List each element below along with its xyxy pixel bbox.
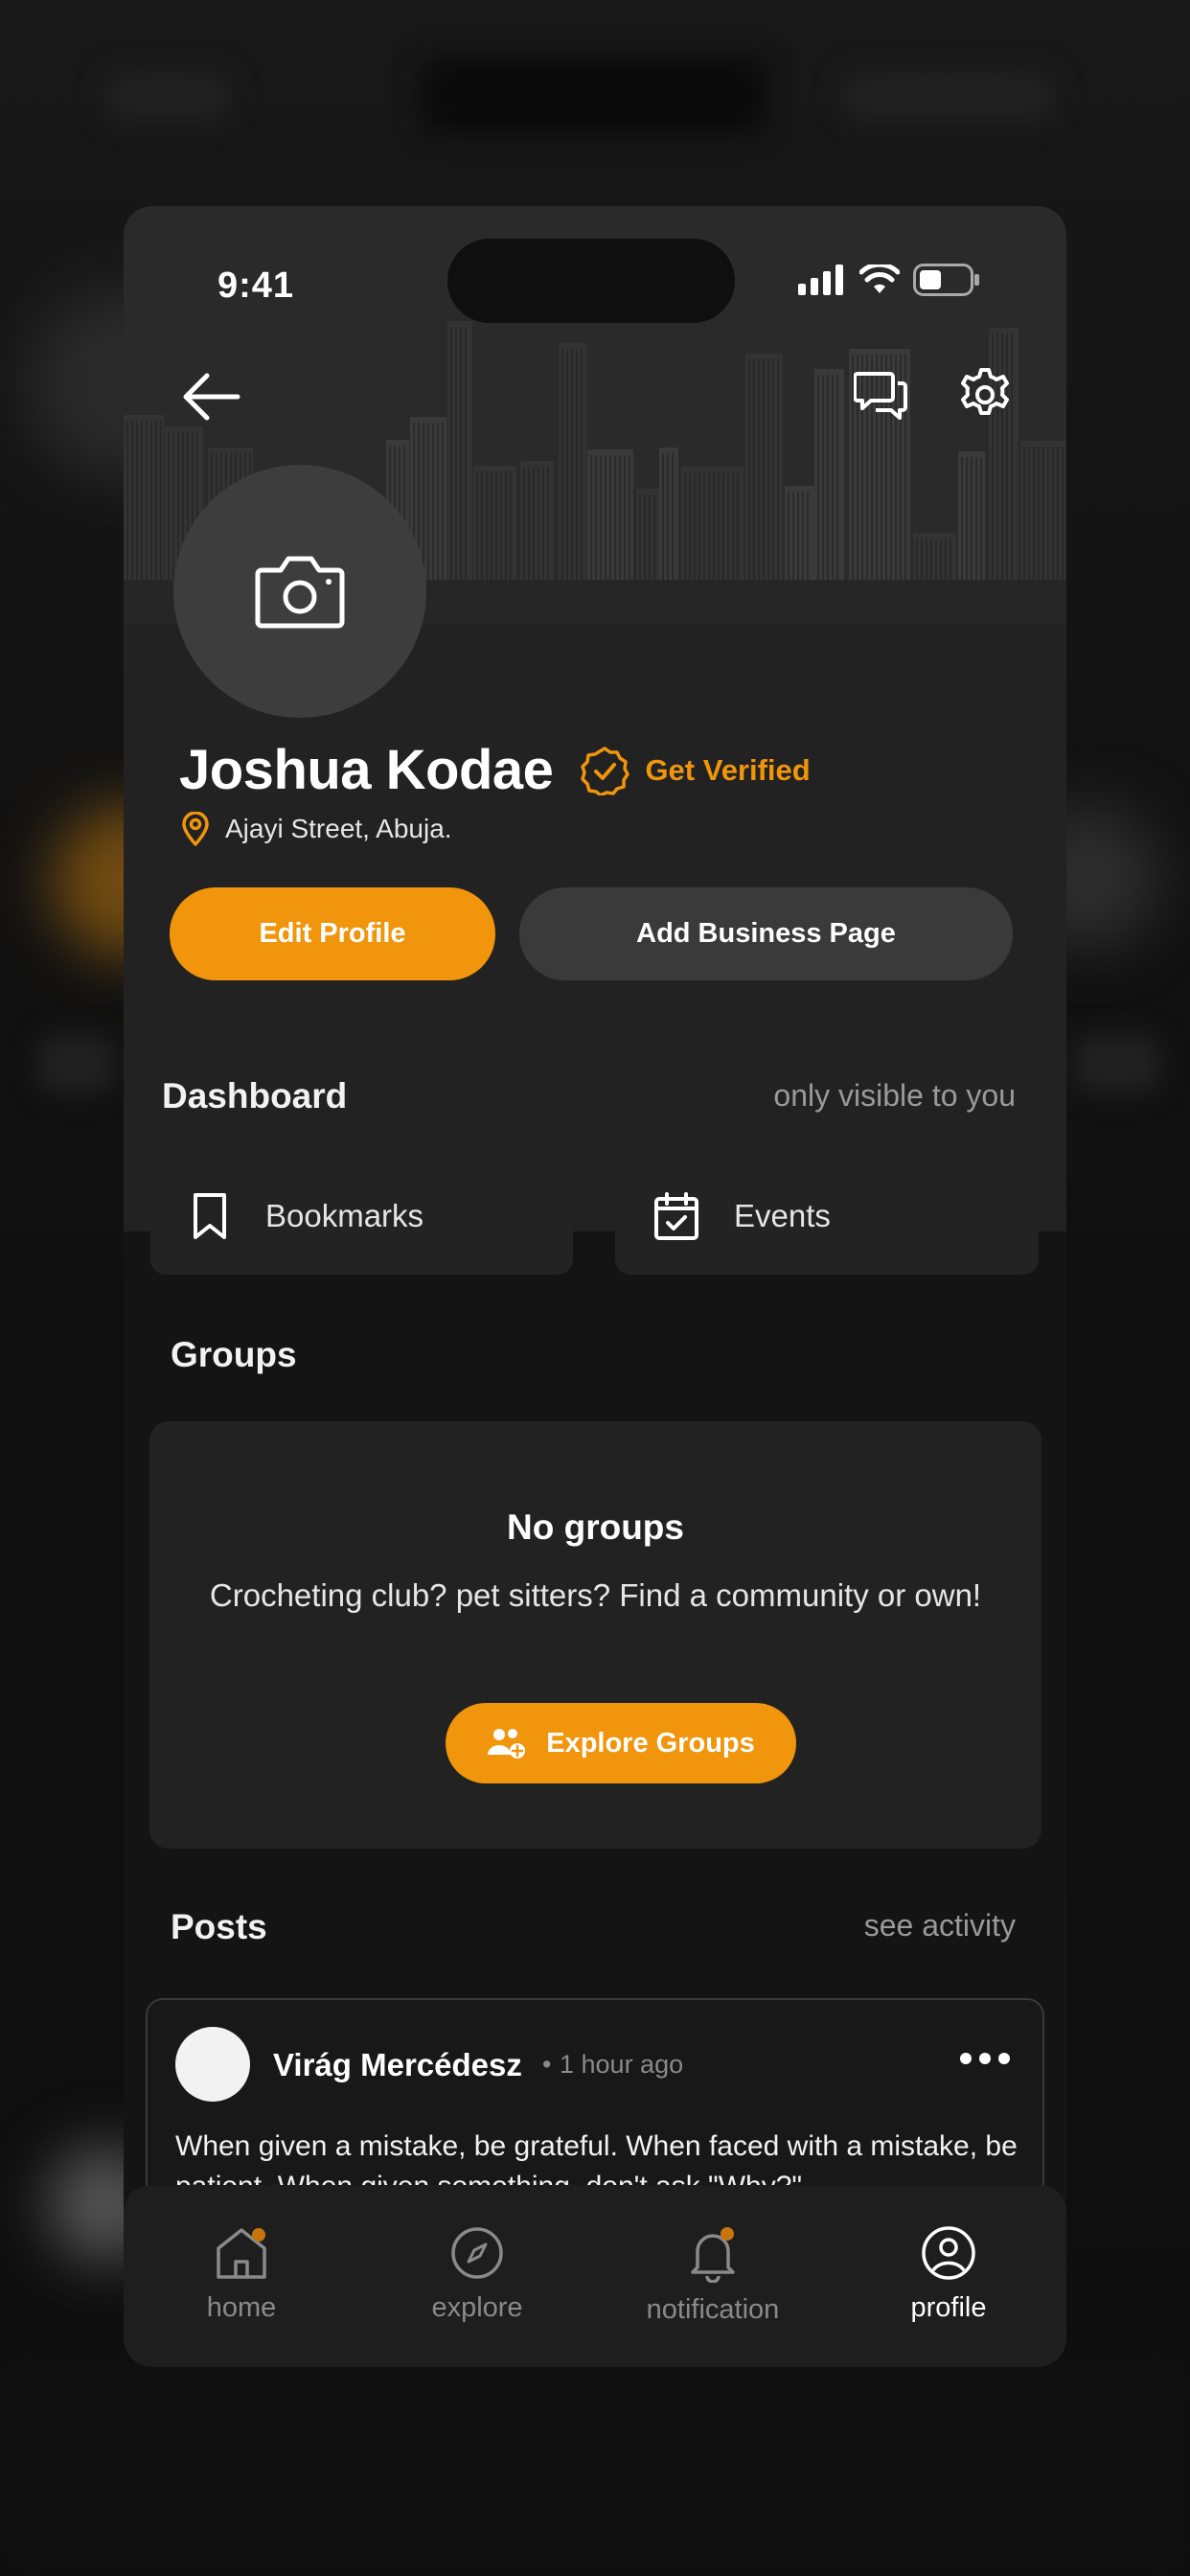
add-business-page-button[interactable]: Add Business Page	[519, 887, 1013, 980]
more-dot-icon	[960, 2053, 972, 2064]
profile-screen: 9:41 Joshua Kodae Get Verified Ajayi Str…	[124, 206, 1066, 2367]
location-pin-icon	[182, 812, 209, 846]
backdrop-bar	[105, 72, 230, 120]
tab-explore-label: explore	[431, 2292, 523, 2323]
calendar-check-icon	[654, 1192, 698, 1240]
explore-groups-button[interactable]: Explore Groups	[446, 1703, 796, 1783]
home-icon	[217, 2228, 266, 2279]
post-author-avatar[interactable]	[175, 2027, 250, 2102]
tab-profile-label: profile	[910, 2292, 987, 2323]
profile-avatar-upload[interactable]	[173, 465, 426, 718]
post-meta-separator: •	[542, 2050, 552, 2079]
status-bar: 9:41	[124, 206, 1066, 331]
post-author-name[interactable]: Virág Mercédesz	[273, 2047, 522, 2083]
groups-empty-card: No groups Crocheting club? pet sitters? …	[149, 1421, 1041, 1849]
arrow-left-icon	[183, 373, 240, 421]
gear-icon	[961, 368, 1009, 415]
tab-profile[interactable]: profile	[831, 2185, 1066, 2367]
wifi-icon	[859, 264, 900, 293]
more-dot-icon	[979, 2053, 991, 2064]
back-button[interactable]	[177, 363, 244, 430]
see-activity-link[interactable]: see activity	[864, 1908, 1016, 1944]
dashboard-visibility-note: only visible to you	[773, 1078, 1016, 1113]
tab-explore[interactable]: explore	[359, 2185, 595, 2367]
profile-top-actions	[124, 350, 1066, 442]
events-card[interactable]: Events	[615, 1158, 1039, 1275]
backdrop-bar	[843, 72, 1054, 120]
group-add-icon	[488, 1729, 526, 1759]
edit-profile-button[interactable]: Edit Profile	[170, 887, 495, 980]
battery-icon	[913, 264, 979, 296]
bookmarks-label: Bookmarks	[265, 1198, 424, 1233]
verified-badge-icon	[581, 746, 630, 795]
no-groups-title: No groups	[507, 1507, 684, 1547]
bookmark-icon	[194, 1193, 226, 1239]
dynamic-island	[447, 239, 735, 323]
settings-button[interactable]	[953, 363, 1017, 426]
backdrop-bar	[1073, 1035, 1159, 1092]
get-verified-link[interactable]: Get Verified	[580, 746, 811, 795]
explore-groups-label: Explore Groups	[546, 1727, 755, 1759]
dashboard-title: Dashboard	[162, 1076, 348, 1116]
events-label: Events	[734, 1198, 831, 1233]
messages-button[interactable]	[850, 363, 913, 426]
camera-icon	[255, 556, 345, 629]
location-text: Ajayi Street, Abuja.	[225, 814, 452, 843]
user-circle-icon	[922, 2226, 975, 2280]
tab-notification[interactable]: notification	[595, 2185, 831, 2367]
bell-icon	[691, 2227, 735, 2283]
groups-title: Groups	[171, 1335, 297, 1374]
backdrop-bar	[422, 58, 767, 134]
bottom-tab-bar: home explore notification profile	[124, 2185, 1066, 2367]
compass-icon	[451, 2227, 503, 2279]
backdrop-bar	[38, 1035, 115, 1092]
chat-bubbles-icon	[854, 372, 907, 420]
profile-name-row: Joshua Kodae Get Verified	[179, 738, 811, 802]
tab-notification-label: notification	[646, 2294, 780, 2325]
posts-title: Posts	[171, 1907, 267, 1946]
profile-name: Joshua Kodae	[179, 739, 554, 801]
signal-icon	[798, 264, 843, 295]
status-time: 9:41	[217, 265, 295, 306]
no-groups-description: Crocheting club? pet sitters? Find a com…	[209, 1577, 982, 1613]
bookmarks-card[interactable]: Bookmarks	[150, 1158, 573, 1275]
post-timestamp: 1 hour ago	[560, 2050, 684, 2079]
backdrop-bar	[0, 2358, 1190, 2576]
post-more-options-button[interactable]	[960, 2053, 1010, 2064]
profile-location: Ajayi Street, Abuja.	[181, 812, 452, 846]
more-dot-icon	[998, 2053, 1010, 2064]
tab-home[interactable]: home	[124, 2185, 359, 2367]
status-icons	[798, 264, 980, 296]
tab-home-label: home	[206, 2292, 277, 2323]
get-verified-label: Get Verified	[645, 752, 811, 787]
